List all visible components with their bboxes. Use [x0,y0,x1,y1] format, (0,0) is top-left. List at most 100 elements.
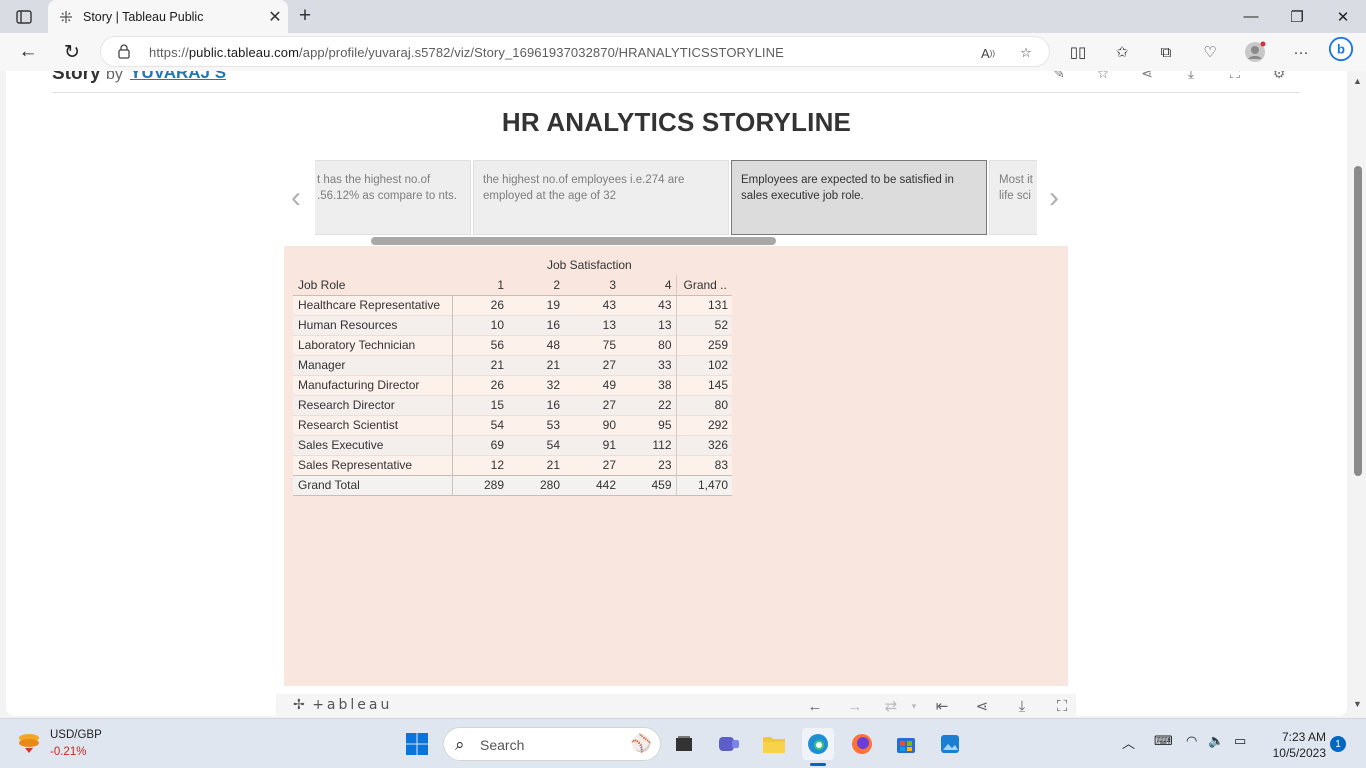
share-icon[interactable]: ⋖ [1136,71,1158,83]
row-label[interactable]: Manufacturing Director [293,374,453,395]
browser-tab-active[interactable]: Story | Tableau Public ✕ [48,0,288,33]
close-window-button[interactable]: ✕ [1320,0,1366,33]
collections-icon[interactable]: ⧉ [1153,40,1179,64]
lock-icon[interactable] [118,44,130,64]
table-cell[interactable]: 21 [508,454,564,475]
start-button-icon[interactable] [401,728,433,760]
grand-total-header[interactable]: Grand .. [675,275,732,296]
page-scrollbar[interactable]: ▲ ▼ [1350,71,1366,718]
table-cell[interactable]: 289 [452,474,508,496]
story-next-arrow-icon[interactable]: › [1044,181,1064,214]
row-grand-total-cell[interactable]: 52 [675,314,732,335]
story-point-2[interactable]: the highest no.of employees i.e.274 are … [473,160,729,235]
scroll-down-icon[interactable]: ▼ [1353,699,1362,709]
revert-icon[interactable]: ⇄ [880,697,902,715]
restore-button[interactable]: ❐ [1274,0,1320,33]
grand-total-row[interactable]: Grand Total 289 280 442 459 1,470 [293,474,732,496]
column-header[interactable]: 3 [564,275,620,296]
revert-dropdown-icon[interactable]: ▾ [903,697,925,715]
story-prev-arrow-icon[interactable]: ‹ [286,181,306,214]
viz-share-icon[interactable]: ⋖ [971,697,993,715]
table-cell[interactable]: 43 [620,294,676,315]
table-cell[interactable]: 53 [508,414,564,435]
tab-close-icon[interactable]: ✕ [262,4,288,30]
viz-download-icon[interactable]: ⤓ [1011,697,1033,715]
undo-icon[interactable]: ← [804,697,826,715]
table-cell[interactable]: 48 [508,334,564,355]
table-cell[interactable]: 22 [620,394,676,415]
reset-icon[interactable]: ⇤ [931,697,953,715]
browser-essentials-icon[interactable]: ♡ [1197,40,1223,64]
notification-badge[interactable]: 1 [1330,736,1346,752]
row-grand-total-cell[interactable]: 1,470 [675,474,732,496]
copilot-icon[interactable]: b [1328,36,1354,62]
table-row[interactable]: Sales Representative 12 21 27 23 83 [293,454,732,475]
favorite-icon[interactable]: ☆ [1092,71,1114,83]
table-cell[interactable]: 43 [564,294,620,315]
table-cell[interactable]: 26 [452,374,508,395]
new-tab-button[interactable]: + [292,3,318,29]
table-cell[interactable]: 54 [452,414,508,435]
row-grand-total-cell[interactable]: 292 [675,414,732,435]
table-cell[interactable]: 13 [620,314,676,335]
story-point-1[interactable]: t has the highest no.of .56.12% as compa… [315,160,471,235]
table-row[interactable]: Sales Executive 69 54 91 112 326 [293,434,732,455]
table-cell[interactable]: 19 [508,294,564,315]
table-cell[interactable]: 49 [564,374,620,395]
table-cell[interactable]: 69 [452,434,508,455]
author-link[interactable]: YUVARAJ S [130,71,226,83]
taskbar-search[interactable]: ⌕ Search ⚾ [443,727,661,761]
table-cell[interactable]: 80 [620,334,676,355]
system-clock[interactable]: 7:23 AM 10/5/2023 [1262,729,1326,761]
table-cell[interactable]: 23 [620,454,676,475]
row-label[interactable]: Research Scientist [293,414,453,435]
table-cell[interactable]: 12 [452,454,508,475]
row-grand-total-cell[interactable]: 145 [675,374,732,395]
table-cell[interactable]: 442 [564,474,620,496]
table-cell[interactable]: 27 [564,394,620,415]
redo-icon[interactable]: → [844,697,866,715]
table-cell[interactable]: 16 [508,394,564,415]
row-grand-total-cell[interactable]: 131 [675,294,732,315]
table-cell[interactable]: 15 [452,394,508,415]
refresh-button[interactable]: ↻ [57,37,87,67]
table-cell[interactable]: 75 [564,334,620,355]
story-point-4[interactable]: Most it life sci [989,160,1037,235]
row-label[interactable]: Sales Executive [293,434,453,455]
task-view-icon[interactable] [668,728,700,760]
table-cell[interactable]: 32 [508,374,564,395]
fullscreen-icon[interactable]: ⛶ [1224,71,1246,83]
table-cell[interactable]: 27 [564,454,620,475]
row-grand-total-cell[interactable]: 80 [675,394,732,415]
keyboard-icon[interactable]: ⌨ [1154,733,1173,749]
split-screen-icon[interactable]: ▯▯ [1065,40,1091,64]
table-cell[interactable]: 13 [564,314,620,335]
tab-actions-icon[interactable] [10,6,38,28]
table-cell[interactable]: 33 [620,354,676,375]
table-row[interactable]: Human Resources 10 16 13 13 52 [293,314,732,335]
table-cell[interactable]: 56 [452,334,508,355]
viz-fullscreen-icon[interactable]: ⛶ [1051,697,1073,715]
scroll-up-icon[interactable]: ▲ [1353,76,1362,86]
row-grand-total-cell[interactable]: 83 [675,454,732,475]
battery-icon[interactable]: ▭ [1234,733,1246,749]
tableau-logo[interactable]: ✢ +ableau [293,697,392,713]
teams-chat-icon[interactable] [713,728,745,760]
edge-browser-icon[interactable] [802,728,834,760]
row-label[interactable]: Laboratory Technician [293,334,453,355]
table-row[interactable]: Manager 21 21 27 33 102 [293,354,732,375]
row-grand-total-cell[interactable]: 259 [675,334,732,355]
column-header[interactable]: 1 [452,275,508,296]
read-aloud-icon[interactable]: A)) [977,42,999,64]
settings-icon[interactable]: ⚙ [1268,71,1290,83]
row-label[interactable]: Manager [293,354,453,375]
table-cell[interactable]: 95 [620,414,676,435]
row-label[interactable]: Sales Representative [293,454,453,475]
edit-icon[interactable]: ✎ [1048,71,1070,83]
wifi-icon[interactable]: ◠ [1186,733,1197,749]
volume-icon[interactable]: 🔈 [1208,733,1224,749]
more-options-icon[interactable]: ··· [1288,40,1314,64]
row-label[interactable]: Research Director [293,394,453,415]
photos-app-icon[interactable] [934,728,966,760]
favorite-star-icon[interactable]: ☆ [1015,42,1037,64]
